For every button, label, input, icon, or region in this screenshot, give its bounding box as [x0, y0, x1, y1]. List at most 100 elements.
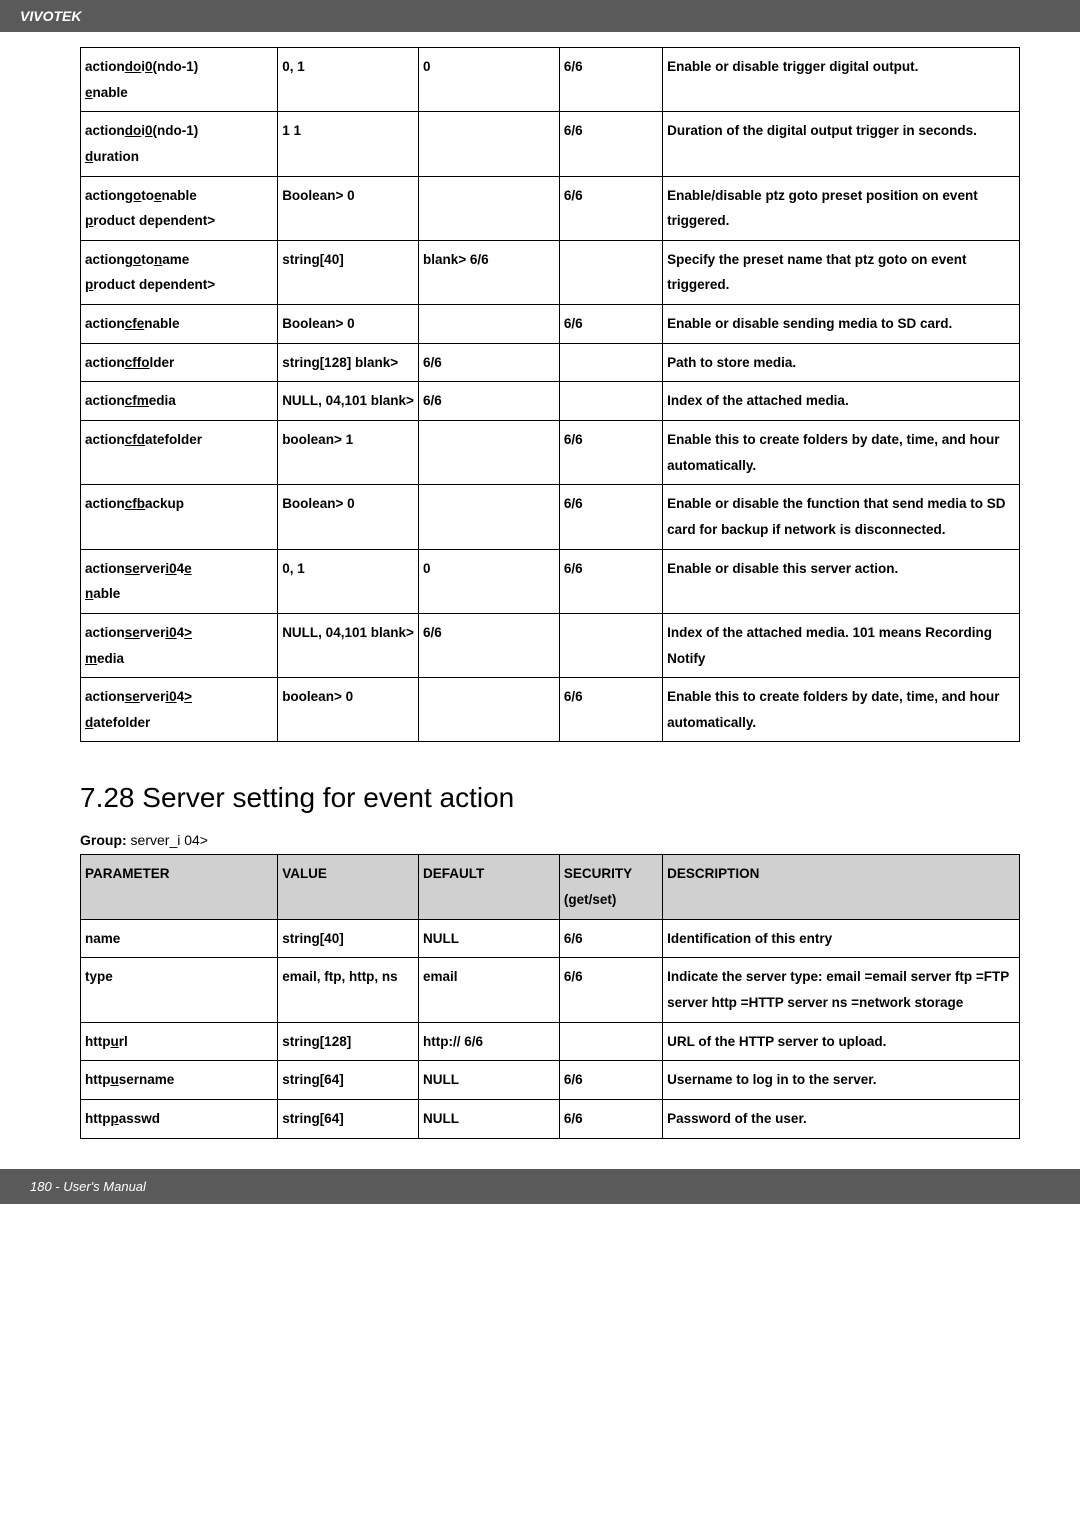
- table-row: httpusernamestring[64]NULL6/6Username to…: [81, 1061, 1020, 1100]
- cell-value: 1 1: [278, 112, 419, 176]
- cell-default: [419, 112, 560, 176]
- section-heading: 7.28 Server setting for event action: [80, 782, 1020, 814]
- header-bar: VIVOTEK: [0, 0, 1080, 32]
- cell-desc: Password of the user.: [663, 1099, 1020, 1138]
- cell-default: 0: [419, 549, 560, 613]
- cell-desc: Index of the attached media.: [663, 382, 1020, 421]
- cell-desc: Identification of this entry: [663, 919, 1020, 958]
- cell-desc: Enable or disable the function that send…: [663, 485, 1020, 549]
- table-row: actionserveri04>mediaNULL, 04,101 blank>…: [81, 613, 1020, 677]
- cell-param: actioncfdatefolder: [81, 421, 278, 485]
- table-row: actioncfmediaNULL, 04,101 blank>6/6 Index…: [81, 382, 1020, 421]
- cell-value: boolean> 0: [278, 678, 419, 742]
- table-row: actioncfbackupBoolean> 0 6/6Enable or dis…: [81, 485, 1020, 549]
- cell-desc: Enable or disable sending media to SD ca…: [663, 305, 1020, 344]
- params-table-1: actiondoi0(ndo-1)enable0, 106/6Enable or…: [80, 47, 1020, 742]
- cell-param: type: [81, 958, 278, 1022]
- cell-default: email: [419, 958, 560, 1022]
- cell-param: actiondoi0(ndo-1)duration: [81, 112, 278, 176]
- cell-value: Boolean> 0: [278, 485, 419, 549]
- cell-desc: Duration of the digital output trigger i…: [663, 112, 1020, 176]
- cell-value: string[40]: [278, 240, 419, 304]
- footer-bar: 180 - User's Manual: [0, 1169, 1080, 1204]
- table-row: actionserveri04>datefolderboolean> 06/6E…: [81, 678, 1020, 742]
- cell-default: [419, 678, 560, 742]
- th-default: DEFAULT: [419, 855, 560, 919]
- page-number: 180 - User's Manual: [30, 1179, 146, 1194]
- cell-param: name: [81, 919, 278, 958]
- cell-desc: URL of the HTTP server to upload.: [663, 1022, 1020, 1061]
- cell-security: 6/6: [559, 305, 662, 344]
- cell-param: actiondoi0(ndo-1)enable: [81, 48, 278, 112]
- cell-value: string[40]: [278, 919, 419, 958]
- table-row: actiongotoenableproduct dependent>Boolea…: [81, 176, 1020, 240]
- cell-value: NULL, 04,101 blank>: [278, 613, 419, 677]
- cell-value: string[128]: [278, 1022, 419, 1061]
- table-row: typeemail, ftp, http, nsemail6/6Indicate…: [81, 958, 1020, 1022]
- cell-desc: Enable or disable this server action.: [663, 549, 1020, 613]
- cell-default: 6/6: [419, 613, 560, 677]
- page-content: actiondoi0(ndo-1)enable0, 106/6Enable or…: [0, 32, 1080, 1169]
- th-parameter: PARAMETER: [81, 855, 278, 919]
- cell-default: [419, 485, 560, 549]
- cell-value: boolean> 1: [278, 421, 419, 485]
- table-row: actionserveri04enable0, 106/6Enable or d…: [81, 549, 1020, 613]
- table-row: actiondoi0(ndo-1)enable0, 106/6Enable or…: [81, 48, 1020, 112]
- cell-security: 6/6: [559, 112, 662, 176]
- group-value: server_i 04>: [131, 832, 208, 848]
- cell-value: NULL, 04,101 blank>: [278, 382, 419, 421]
- cell-value: 0, 1: [278, 48, 419, 112]
- cell-security: [559, 343, 662, 382]
- cell-value: Boolean> 0: [278, 176, 419, 240]
- group-label: Group:: [80, 832, 127, 848]
- cell-value: Boolean> 0: [278, 305, 419, 344]
- cell-security: 6/6: [559, 485, 662, 549]
- cell-param: actioncfenable: [81, 305, 278, 344]
- cell-desc: Specify the preset name that ptz goto on…: [663, 240, 1020, 304]
- cell-desc: Enable or disable trigger digital output…: [663, 48, 1020, 112]
- table-row: httppasswdstring[64]NULL6/6Password of t…: [81, 1099, 1020, 1138]
- cell-security: 6/6: [559, 1099, 662, 1138]
- cell-param: actioncffolder: [81, 343, 278, 382]
- cell-security: 6/6: [559, 919, 662, 958]
- cell-desc: Index of the attached media. 101 means R…: [663, 613, 1020, 677]
- table-row: actioncffolderstring[128] blank>6/6Path …: [81, 343, 1020, 382]
- table-row: actiondoi0(ndo-1)duration1 1 6/6Duration …: [81, 112, 1020, 176]
- cell-param: httppasswd: [81, 1099, 278, 1138]
- cell-desc: Indicate the server type: email =email s…: [663, 958, 1020, 1022]
- cell-desc: Enable this to create folders by date, t…: [663, 421, 1020, 485]
- table-header-row: PARAMETER VALUE DEFAULT SECURITY (get/se…: [81, 855, 1020, 919]
- cell-security: [559, 613, 662, 677]
- cell-param: actioncfbackup: [81, 485, 278, 549]
- cell-security: 6/6: [559, 48, 662, 112]
- cell-value: string[64]: [278, 1061, 419, 1100]
- cell-param: actiongotoenableproduct dependent>: [81, 176, 278, 240]
- cell-security: 6/6: [559, 549, 662, 613]
- cell-desc: Enable this to create folders by date, t…: [663, 678, 1020, 742]
- table-row: namestring[40]NULL6/6Identification of t…: [81, 919, 1020, 958]
- cell-default: blank> 6/6: [419, 240, 560, 304]
- cell-security: [559, 1022, 662, 1061]
- cell-security: 6/6: [559, 958, 662, 1022]
- cell-default: 0: [419, 48, 560, 112]
- table-row: httpurlstring[128]http:// 6/6URL of the …: [81, 1022, 1020, 1061]
- cell-default: NULL: [419, 919, 560, 958]
- cell-param: actioncfmedia: [81, 382, 278, 421]
- cell-value: string[64]: [278, 1099, 419, 1138]
- cell-param: actionserveri04>media: [81, 613, 278, 677]
- cell-value: email, ftp, http, ns: [278, 958, 419, 1022]
- cell-param: actionserveri04>datefolder: [81, 678, 278, 742]
- cell-security: 6/6: [559, 176, 662, 240]
- table-row: actioncfenableBoolean> 0 6/6Enable or dis…: [81, 305, 1020, 344]
- cell-default: 6/6: [419, 382, 560, 421]
- cell-default: http:// 6/6: [419, 1022, 560, 1061]
- table-row: actioncfdatefolderboolean> 16/6Enable th…: [81, 421, 1020, 485]
- cell-default: NULL: [419, 1099, 560, 1138]
- cell-param: httpusername: [81, 1061, 278, 1100]
- th-description: DESCRIPTION: [663, 855, 1020, 919]
- params-table-2: PARAMETER VALUE DEFAULT SECURITY (get/se…: [80, 854, 1020, 1138]
- cell-security: [559, 240, 662, 304]
- th-security: SECURITY (get/set): [559, 855, 662, 919]
- cell-param: actiongotonameproduct dependent>: [81, 240, 278, 304]
- cell-default: NULL: [419, 1061, 560, 1100]
